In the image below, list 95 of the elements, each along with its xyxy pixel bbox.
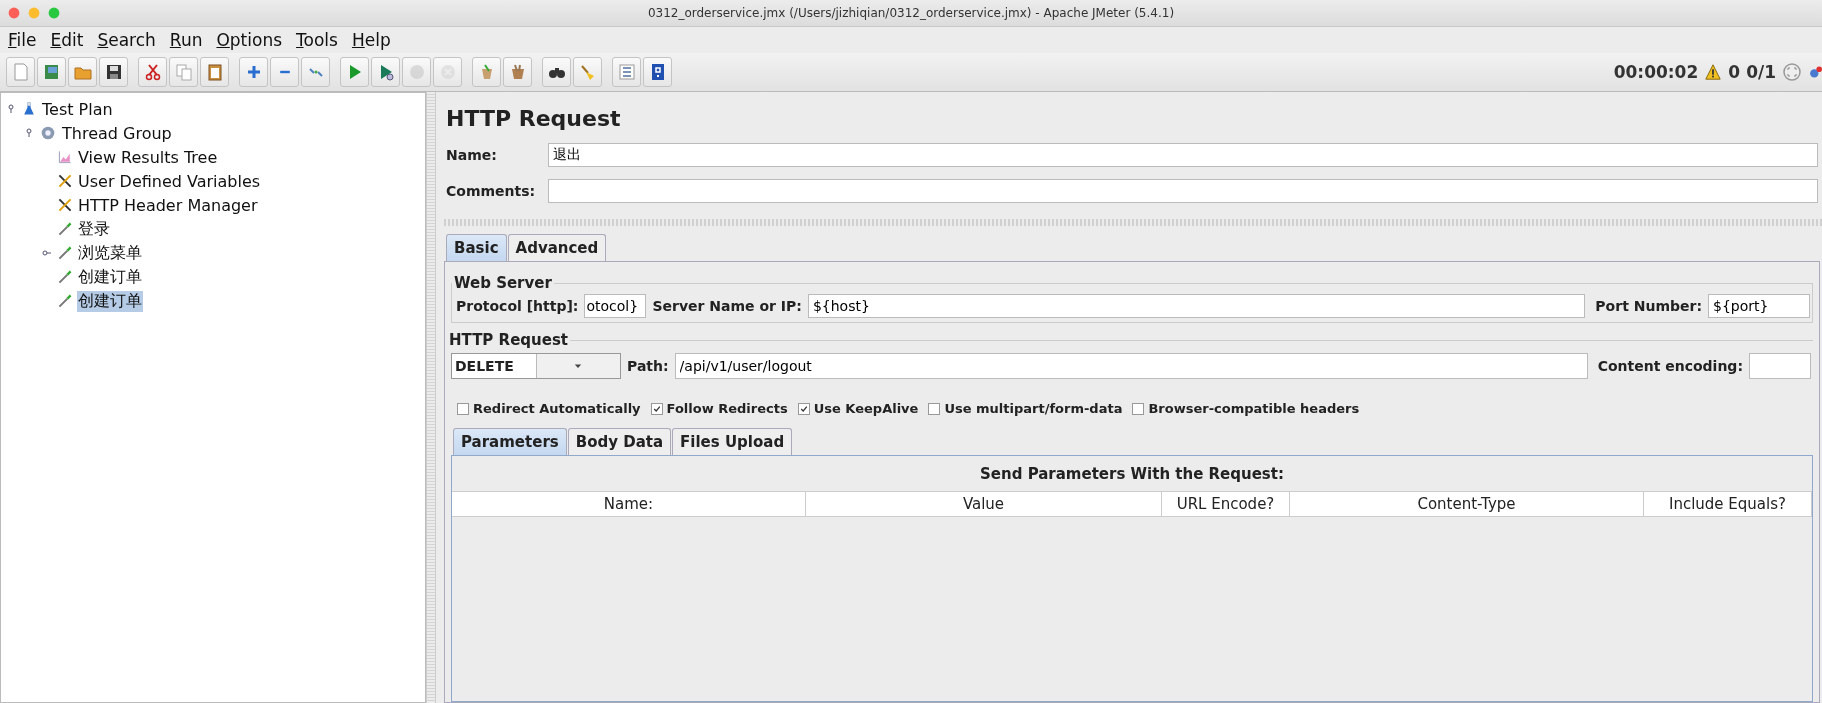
group-title: Web Server [453,274,553,292]
column-header[interactable]: Include Equals? [1644,492,1812,516]
pipette-icon [57,293,73,309]
comments-field[interactable] [548,179,1818,203]
menu-item[interactable]: Search [95,30,158,50]
port-field[interactable]: ${port} [1708,294,1810,318]
start-button[interactable] [340,57,369,87]
list-icon [616,62,637,82]
error-count[interactable]: 0 [1728,62,1741,82]
tree-item[interactable]: 创建订单 [77,266,143,288]
paste-button[interactable] [200,57,229,87]
menu-item[interactable]: Options [214,30,285,50]
collapse-button[interactable] [270,57,299,87]
tab[interactable]: Body Data [567,428,672,455]
menu-item[interactable]: File [6,30,39,50]
checkbox-label: Follow Redirects [666,401,788,416]
check-icon [799,404,808,413]
checkbox[interactable] [650,402,663,415]
tree-item[interactable]: 创建订单 [77,290,143,312]
column-header[interactable]: URL Encode? [1162,492,1290,516]
menu-item[interactable]: Edit [48,30,86,50]
cut-button[interactable] [138,57,167,87]
help-button[interactable] [643,57,672,87]
crossed-tools-icon [57,173,73,189]
pipette-icon [57,221,73,237]
method-dropdown[interactable]: DELETE [451,353,621,379]
checkbox-label: Use multipart/form-data [944,401,1123,416]
templates-button[interactable] [37,57,66,87]
toggle-button[interactable] [301,57,330,87]
zoom-icon[interactable] [48,7,60,19]
field-label: Name: [446,147,498,163]
clear-all-button[interactable] [503,57,532,87]
checkbox[interactable] [928,402,941,415]
checkbox[interactable] [797,402,810,415]
tree-item[interactable]: Thread Group [61,123,173,143]
tab[interactable]: Parameters [453,428,567,455]
group-title: HTTP Request [448,331,569,349]
flask-icon [21,100,37,118]
search-button[interactable] [542,57,571,87]
checkbox-label: Browser-compatible headers [1148,401,1360,416]
server-field[interactable]: ${host} [807,294,1586,318]
tree-item[interactable]: User Defined Variables [77,171,262,191]
expanded-handle-icon[interactable] [24,128,34,138]
expand-button[interactable] [239,57,268,87]
check-icon [652,404,661,413]
protocol-field[interactable]: otocol} [584,294,647,318]
column-header[interactable]: Name: [452,492,806,516]
field-label: Content encoding: [1597,358,1743,374]
tree-item[interactable]: View Results Tree [77,147,219,167]
tree-item[interactable]: 登录 [77,218,111,240]
checkbox-label: Redirect Automatically [473,401,641,416]
active-threads: 0/1 [1746,62,1776,82]
checkbox[interactable] [457,402,469,415]
caret-icon [574,362,583,370]
field-label: Protocol [http]: [456,298,579,314]
tree-item[interactable]: HTTP Header Manager [77,195,259,215]
pipette-icon [57,245,73,261]
chart-icon [57,149,73,165]
tree-item[interactable]: Test Plan [41,99,114,119]
column-header[interactable]: Value [806,492,1162,516]
field-label: Comments: [446,183,537,199]
field-label: Server Name or IP: [652,298,802,314]
gear-icon [39,124,57,142]
warning-icon [1704,63,1723,81]
expanded-handle-icon[interactable] [6,104,16,114]
checkbox-label: Use KeepAlive [813,401,919,416]
crossed-tools-icon [57,197,73,213]
status-circle-icon [1782,62,1802,82]
save-button[interactable] [99,57,128,87]
pipette-icon [57,269,73,285]
clear-button[interactable] [472,57,501,87]
elapsed-time: 00:00:02 [1613,62,1699,82]
menu-item[interactable]: Tools [294,30,340,50]
start-no-pauses-button[interactable] [371,57,400,87]
path-field[interactable]: /api/v1/user/logout [674,353,1588,379]
tab[interactable]: Basic [446,234,507,261]
close-icon[interactable] [8,7,20,19]
field-label: Port Number: [1595,298,1702,314]
tree-item[interactable]: 浏览菜单 [77,242,143,264]
checkbox[interactable] [1132,402,1145,415]
function-helper-button[interactable] [612,57,641,87]
window-title: 0312_orderservice.jmx (/Users/jizhiqian/0312_orderservice.jmx) - Apache JMeter (5.4.1) [646,6,1176,20]
tab[interactable]: Files Upload [672,428,793,455]
table-title: Send Parameters With the Request: [979,464,1285,485]
new-button[interactable] [6,57,35,87]
menu-item[interactable]: Help [349,30,393,50]
field-label: Path: [627,358,669,374]
collapsed-handle-icon[interactable] [42,248,52,258]
menu-item[interactable]: Run [167,30,205,50]
tab[interactable]: Advanced [507,234,607,261]
panel-title: HTTP Request [446,106,622,131]
column-header[interactable]: Content-Type [1290,492,1644,516]
encoding-field[interactable] [1749,353,1811,379]
copy-icon [173,62,194,82]
name-field[interactable]: 退出 [548,143,1818,167]
